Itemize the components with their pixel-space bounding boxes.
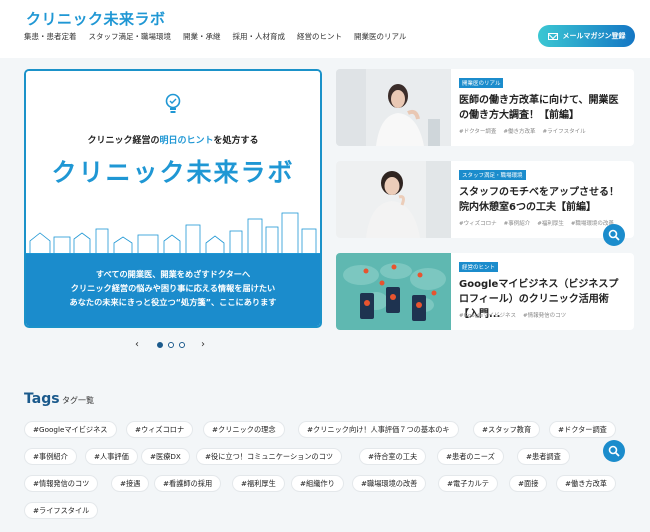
tag-chip[interactable]: #接遇 [111, 475, 150, 492]
cityscape-illustration [26, 212, 320, 254]
article-tags: #Googleマイビジネス #情報発信のコツ [459, 311, 566, 319]
floating-search-button[interactable] [603, 440, 625, 462]
category-badge[interactable]: 開業医のリアル [459, 78, 504, 88]
tag-chip[interactable]: #Googleマイビジネス [24, 421, 117, 438]
tag-chip[interactable]: #患者調査 [517, 448, 570, 465]
hero-message: すべての開業医、開業をめざすドクターへ クリニック経営の悩みや困り事に応える情報… [26, 254, 320, 326]
tag-chip[interactable]: #ライフスタイル [24, 502, 99, 519]
article-tag[interactable]: #Googleマイビジネス [459, 311, 516, 319]
tag-chip[interactable]: #事例紹介 [24, 448, 77, 465]
article-tag[interactable]: #働き方改革 [503, 127, 535, 135]
article-tags: #ドクター調査 #働き方改革 #ライフスタイル [459, 127, 586, 135]
hero-tagline: クリニック経営の明日のヒントを処方する [87, 136, 259, 146]
mail-icon [547, 32, 558, 40]
tag-chip[interactable]: #福利厚生 [232, 475, 285, 492]
newsletter-label: メールマガジン登録 [562, 32, 626, 40]
prev-arrow-icon[interactable]: ‹ [135, 339, 139, 350]
carousel-pager: ‹ › [135, 339, 215, 351]
nav-item-hints[interactable]: 経営のヒント [297, 31, 342, 42]
global-nav: 集患・患者定着 スタッフ満足・職場環境 開業・承継 採用・人材育成 経営のヒント… [24, 31, 406, 42]
tag-chip[interactable]: #人事評価 [85, 448, 138, 465]
tag-chip[interactable]: #面接 [509, 475, 548, 492]
hero-banner[interactable]: クリニック経営の明日のヒントを処方する クリニック未来ラボ すべての開業医、開業… [24, 69, 322, 328]
floating-search-button[interactable] [603, 224, 625, 246]
article-tag[interactable]: #ウィズコロナ [459, 219, 497, 227]
nav-item-patients[interactable]: 集患・患者定着 [24, 31, 77, 42]
tag-chip[interactable]: #電子カルテ [438, 475, 498, 492]
article-title[interactable]: スタッフのモチベをアップさせる！院内休憩室6つの工夫【前編】 [459, 185, 627, 215]
site-header: クリニック未来ラボ 集患・患者定着 スタッフ満足・職場環境 開業・承継 採用・人… [0, 0, 650, 58]
newsletter-button[interactable]: メールマガジン登録 [538, 25, 635, 47]
next-arrow-icon[interactable]: › [201, 339, 205, 350]
article-thumbnail [336, 69, 451, 146]
nav-item-opening[interactable]: 開業・承継 [183, 31, 221, 42]
tag-chip[interactable]: #働き方改革 [556, 475, 616, 492]
pager-dot-3[interactable] [179, 342, 185, 348]
article-tag[interactable]: #ドクター調査 [459, 127, 496, 135]
search-icon [608, 229, 620, 241]
lightbulb-icon [165, 93, 181, 113]
article-tags: #ウィズコロナ #事例紹介 #福利厚生 #職場環境の改善 [459, 219, 614, 227]
article-title[interactable]: 医師の働き方改革に向けて、開業医の働き方大調査！【前編】 [459, 93, 627, 123]
category-badge[interactable]: スタッフ満足・職場環境 [459, 170, 526, 180]
nav-item-hiring[interactable]: 採用・人材育成 [233, 31, 286, 42]
tag-chip[interactable]: #職場環境の改善 [352, 475, 427, 492]
nav-item-real[interactable]: 開業医のリアル [354, 31, 406, 42]
article-thumbnail [336, 253, 451, 330]
tags-heading: Tags [24, 391, 60, 407]
article-tag[interactable]: #ライフスタイル [543, 127, 586, 135]
tag-chip[interactable]: #情報発信のコツ [24, 475, 99, 492]
pager-dot-1[interactable] [157, 342, 163, 348]
article-card[interactable]: 開業医のリアル 医師の働き方改革に向けて、開業医の働き方大調査！【前編】 #ドク… [336, 69, 634, 146]
tag-chip[interactable]: #クリニック向け！人事評価７つの基本のキ [298, 421, 459, 438]
hero-top: クリニック経営の明日のヒントを処方する クリニック未来ラボ [26, 71, 320, 254]
article-card[interactable]: 経営のヒント Googleマイビジネス（ビジネスプロフィール）のクリニック活用術… [336, 253, 634, 330]
hero-brand: クリニック未来ラボ [51, 158, 295, 187]
tag-chip[interactable]: #待合室の工夫 [359, 448, 427, 465]
tag-chip[interactable]: #役に立つ！コミュニケーションのコツ [196, 448, 343, 465]
tag-chip[interactable]: #看護師の採用 [154, 475, 222, 492]
tags-subheading: タグ一覧 [62, 396, 94, 405]
article-tag[interactable]: #事例紹介 [504, 219, 531, 227]
article-thumbnail [336, 161, 451, 238]
tag-chip[interactable]: #組織作り [291, 475, 344, 492]
article-card[interactable]: スタッフ満足・職場環境 スタッフのモチベをアップさせる！院内休憩室6つの工夫【前… [336, 161, 634, 238]
tag-chip[interactable]: #スタッフ教育 [473, 421, 541, 438]
tag-chip[interactable]: #クリニックの理念 [203, 421, 285, 438]
nav-item-staff[interactable]: スタッフ満足・職場環境 [89, 31, 172, 42]
article-tag[interactable]: #福利厚生 [537, 219, 564, 227]
site-logo[interactable]: クリニック未来ラボ [26, 8, 166, 29]
tag-chip[interactable]: #医療DX [141, 448, 190, 465]
category-badge[interactable]: 経営のヒント [459, 262, 499, 272]
search-icon [608, 445, 620, 457]
tag-chip[interactable]: #ウィズコロナ [126, 421, 194, 438]
pager-dot-2[interactable] [168, 342, 174, 348]
tag-chip[interactable]: #患者のニーズ [437, 448, 504, 465]
article-tag[interactable]: #情報発信のコツ [523, 311, 566, 319]
tag-chip[interactable]: #ドクター調査 [549, 421, 616, 438]
